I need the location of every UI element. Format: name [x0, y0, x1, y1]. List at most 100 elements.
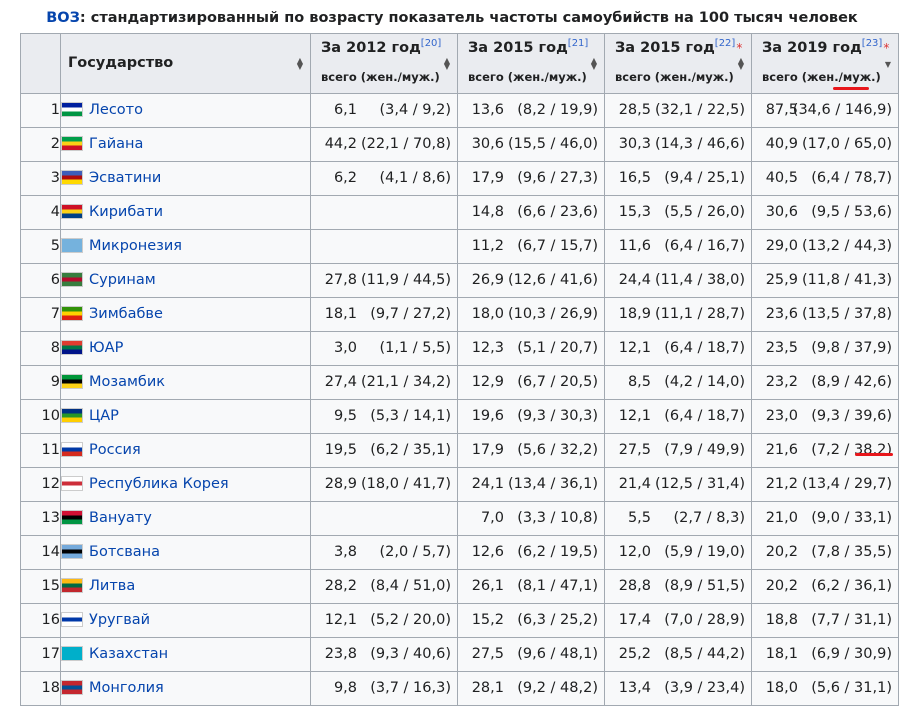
country-link[interactable]: Республика Корея: [89, 476, 229, 492]
range-value: (13,5 / 37,8): [802, 306, 892, 322]
value-cell: [310, 229, 458, 264]
country-link[interactable]: Эсватини: [89, 170, 161, 186]
sort-icon[interactable]: ▲ ▼: [443, 57, 451, 71]
value-cell: 18,0 (10,3 / 26,9): [457, 297, 605, 332]
country-link[interactable]: Монголия: [89, 680, 164, 696]
total-value: 12,1: [618, 340, 651, 356]
total-value: 21,6: [765, 442, 798, 458]
country-link[interactable]: Лесото: [89, 102, 143, 118]
header-col-2015a[interactable]: За 2015 год[21] всего (жен./муж.) ▲ ▼: [457, 33, 605, 94]
range-value: (6,2 / 19,5): [517, 544, 598, 560]
flag-icon: [61, 170, 83, 185]
total-value: 14,8: [471, 204, 504, 220]
country-link[interactable]: Суринам: [89, 272, 156, 288]
value-cell: 29,0 (13,2 / 44,3): [751, 229, 899, 264]
ref-link[interactable]: [22]: [715, 38, 736, 49]
country-cell: Микронезия: [60, 229, 311, 264]
total-value: 12,1: [618, 408, 651, 424]
value-cell: [310, 501, 458, 536]
sort-icon[interactable]: ▲ ▼: [296, 57, 304, 71]
total-value: 25,2: [618, 646, 651, 662]
country-link[interactable]: Россия: [89, 442, 141, 458]
country-link[interactable]: Гайана: [89, 136, 143, 152]
country-link[interactable]: Мозамбик: [89, 374, 165, 390]
total-value: 17,4: [618, 612, 651, 628]
total-value: 25,9: [765, 272, 798, 288]
table-row: 6 Суринам 27,8 (11,9 / 44,5) 26,9 (12,6 / 41,…: [20, 263, 899, 298]
sort-desc-icon[interactable]: ▼: [884, 61, 892, 69]
total-value: 21,2: [765, 476, 798, 492]
range-value: (5,1 / 20,7): [517, 340, 598, 356]
rank-cell: 8: [20, 331, 61, 366]
sort-icon[interactable]: ▲ ▼: [737, 57, 745, 71]
range-value: (2,7 / 8,3): [673, 510, 745, 526]
value-cell: 18,1 (9,7 / 27,2): [310, 297, 458, 332]
value-cell: 18,0 (5,6 / 31,1): [751, 671, 899, 706]
sort-icon[interactable]: ▲ ▼: [590, 57, 598, 71]
table-row: 5 Микронезия 11,2 (6,7 / 15,7) 11,6 (6,4 / 16…: [20, 229, 899, 264]
country-link[interactable]: Кирибати: [89, 204, 163, 220]
range-value: (8,4 / 51,0): [370, 578, 451, 594]
flag-icon: [61, 238, 83, 253]
country-link[interactable]: Литва: [89, 578, 135, 594]
rank-cell: 6: [20, 263, 61, 298]
total-value: 28,1: [471, 680, 504, 696]
range-value: (9,0 / 33,1): [811, 510, 892, 526]
total-value: 30,6: [765, 204, 798, 220]
range-value: (2,0 / 5,7): [379, 544, 451, 560]
value-cell: 12,9 (6,7 / 20,5): [457, 365, 605, 400]
rank-cell: 10: [20, 399, 61, 434]
value-cell: 28,2 (8,4 / 51,0): [310, 569, 458, 604]
header-subtitle: всего (жен./муж.): [615, 70, 734, 84]
country-link[interactable]: ЦАР: [89, 408, 119, 424]
flag-icon: [61, 646, 83, 661]
ref-link[interactable]: [20]: [421, 38, 442, 49]
country-link[interactable]: Зимбабве: [89, 306, 163, 322]
header-state[interactable]: Государство ▲ ▼: [60, 33, 311, 94]
table-body: 1 Лесото 6,1 (3,4 / 9,2) 13,6 (8,2 / 19,9) 28,…: [20, 93, 899, 706]
total-value: 6,2: [333, 170, 357, 186]
range-value: (8,9 / 42,6): [811, 374, 892, 390]
header-col-2019[interactable]: За 2019 год[23]* всего (жен./муж.) ▼: [751, 33, 899, 94]
range-value: (3,3 / 10,8): [517, 510, 598, 526]
ref-link[interactable]: [23]: [862, 38, 883, 49]
country-link[interactable]: Уругвай: [89, 612, 150, 628]
range-value: (11,1 / 28,7): [655, 306, 745, 322]
range-value: (9,3 / 39,6): [811, 408, 892, 424]
table-row: 2 Гайана 44,2 (22,1 / 70,8) 30,6 (15,5 / 46,0…: [20, 127, 899, 162]
country-link[interactable]: ЮАР: [89, 340, 123, 356]
range-value: (32,1 / 22,5): [655, 102, 745, 118]
header-col-2015b[interactable]: За 2015 год[22]* всего (жен./муж.) ▲ ▼: [604, 33, 752, 94]
country-link[interactable]: Микронезия: [89, 238, 182, 254]
range-value: (11,8 / 41,3): [802, 272, 892, 288]
range-value: (6,4 / 78,7): [811, 170, 892, 186]
value-cell: 12,1 (6,4 / 18,7): [604, 331, 752, 366]
flag-icon: [61, 476, 83, 491]
flag-icon: [61, 102, 83, 117]
range-value: (5,6 / 31,1): [811, 680, 892, 696]
range-value: (21,1 / 34,2): [361, 374, 451, 390]
value-cell: 8,5 (4,2 / 14,0): [604, 365, 752, 400]
total-value: 23,6: [765, 306, 798, 322]
who-link[interactable]: ВОЗ: [46, 10, 80, 26]
value-cell: 17,9 (5,6 / 32,2): [457, 433, 605, 468]
table-row: 18 Монголия 9,8 (3,7 / 16,3) 28,1 (9,2 / 48,2…: [20, 671, 899, 706]
value-cell: 28,1 (9,2 / 48,2): [457, 671, 605, 706]
country-link[interactable]: Вануату: [89, 510, 152, 526]
value-cell: 27,5 (7,9 / 49,9): [604, 433, 752, 468]
rank-cell: 4: [20, 195, 61, 230]
value-cell: 19,6 (9,3 / 30,3): [457, 399, 605, 434]
ref-link[interactable]: [21]: [568, 38, 589, 49]
value-cell: 24,1 (13,4 / 36,1): [457, 467, 605, 502]
value-cell: 13,4 (3,9 / 23,4): [604, 671, 752, 706]
range-value: (9,6 / 48,1): [517, 646, 598, 662]
country-link[interactable]: Казахстан: [89, 646, 168, 662]
value-cell: 24,4 (11,4 / 38,0): [604, 263, 752, 298]
header-col-2012[interactable]: За 2012 год[20] всего (жен./муж.) ▲ ▼: [310, 33, 458, 94]
range-value: (6,7 / 15,7): [517, 238, 598, 254]
range-value: (8,5 / 44,2): [664, 646, 745, 662]
value-cell: 40,5 (6,4 / 78,7): [751, 161, 899, 196]
suicide-rate-table: Государство ▲ ▼ За 2012 год[20] всего (же…: [20, 33, 899, 706]
value-cell: 9,8 (3,7 / 16,3): [310, 671, 458, 706]
country-link[interactable]: Ботсвана: [89, 544, 160, 560]
